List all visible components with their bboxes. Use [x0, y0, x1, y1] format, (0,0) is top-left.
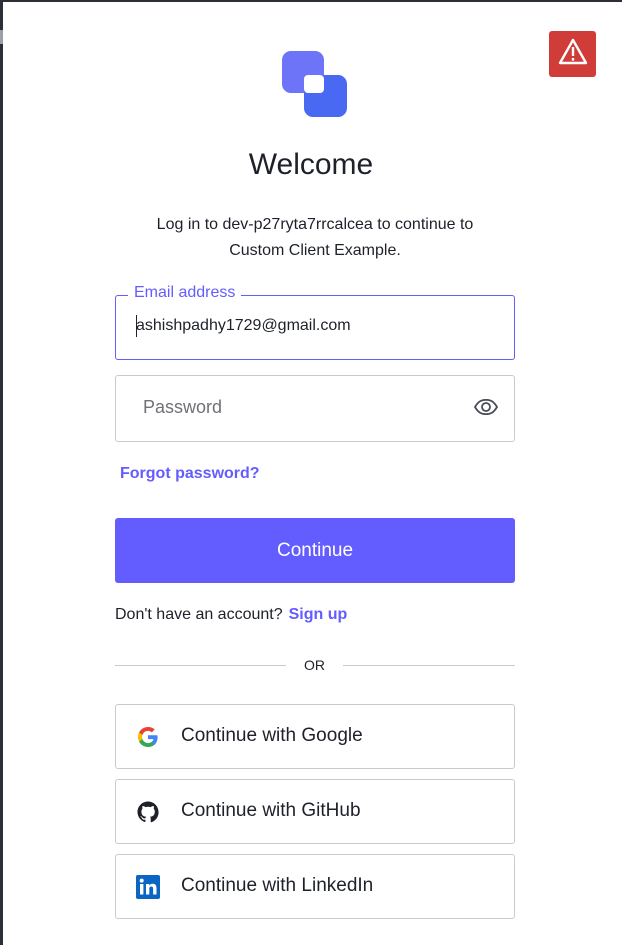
- signup-link[interactable]: Sign up: [289, 606, 348, 623]
- divider-label: OR: [304, 657, 325, 673]
- google-button-label: Continue with Google: [181, 725, 363, 746]
- divider-left: [115, 665, 286, 666]
- description-line-1: Log in to dev-p27ryta7rrcalcea to contin…: [156, 216, 474, 233]
- eye-icon: [473, 398, 499, 420]
- password-field[interactable]: Password: [115, 375, 515, 442]
- left-edge-marker: [0, 30, 3, 44]
- continue-with-github-button[interactable]: Continue with GitHub: [115, 779, 515, 844]
- show-password-button[interactable]: [473, 397, 499, 421]
- continue-with-google-button[interactable]: Continue with Google: [115, 704, 515, 769]
- window-top-edge: [0, 0, 622, 2]
- email-input[interactable]: ashishpadhy1729@gmail.com: [136, 317, 351, 335]
- continue-button[interactable]: Continue: [115, 518, 515, 583]
- login-description: Log in to dev-p27ryta7rrcalcea to contin…: [130, 212, 500, 264]
- warning-button[interactable]: [549, 31, 596, 77]
- signup-prompt: Don't have an account?: [115, 606, 283, 623]
- text-cursor: [136, 315, 137, 337]
- brand-logo-icon: [281, 51, 348, 118]
- email-field-label: Email address: [128, 282, 242, 304]
- warning-triangle-icon: [558, 38, 588, 71]
- forgot-password-link[interactable]: Forgot password?: [120, 465, 260, 483]
- window-left-edge: [0, 0, 3, 945]
- continue-with-linkedin-button[interactable]: Continue with LinkedIn: [115, 854, 515, 919]
- github-button-label: Continue with GitHub: [181, 800, 361, 821]
- login-page: Welcome Log in to dev-p27ryta7rrcalcea t…: [0, 0, 622, 945]
- description-line-2: Custom Client Example.: [229, 242, 401, 259]
- divider-right: [343, 665, 515, 666]
- google-icon: [136, 725, 160, 749]
- page-title: Welcome: [248, 148, 374, 181]
- linkedin-button-label: Continue with LinkedIn: [181, 875, 374, 896]
- email-field[interactable]: Email address ashishpadhy1729@gmail.com: [115, 282, 515, 360]
- github-icon: [136, 800, 160, 824]
- linkedin-icon: [136, 875, 160, 899]
- signup-prompt-row: Don't have an account? Sign up: [115, 606, 347, 624]
- password-input[interactable]: Password: [143, 397, 222, 418]
